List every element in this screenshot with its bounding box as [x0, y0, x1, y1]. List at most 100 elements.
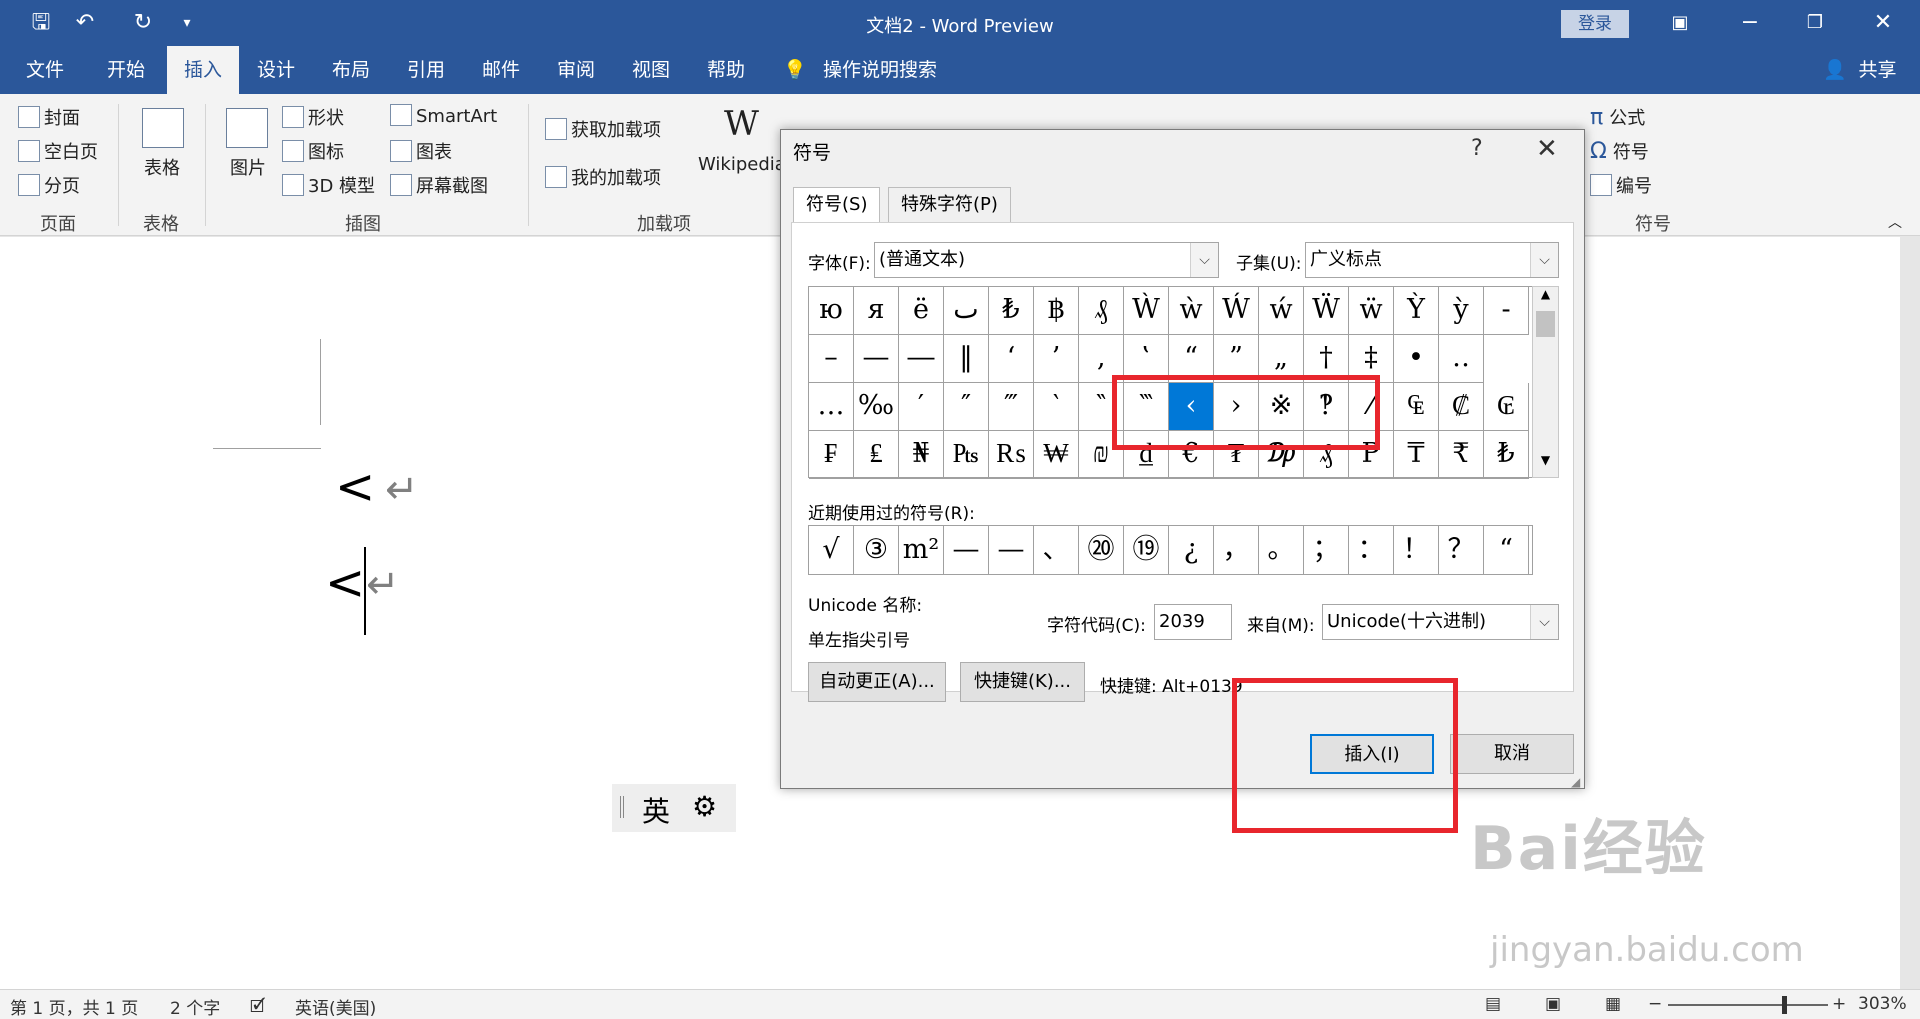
login-button[interactable]: 登录 [1561, 10, 1629, 38]
tab-design[interactable]: 设计 [240, 46, 312, 94]
symbol-cell[interactable]: ẅ [1349, 287, 1394, 335]
symbol-cell[interactable]: ‖ [944, 335, 989, 383]
recent-symbol-cell[interactable]: — [944, 526, 989, 574]
tab-file[interactable]: 文件 [10, 46, 80, 94]
symbol-cell[interactable]: ₧ [944, 431, 989, 479]
ribbon-display-icon[interactable]: ▣ [1665, 8, 1695, 38]
scroll-up-icon[interactable]: ▲ [1533, 287, 1558, 309]
recent-symbol-cell[interactable]: ¿ [1169, 526, 1214, 574]
3d-model-button[interactable]: 3D 模型 [282, 172, 375, 198]
recent-symbol-cell[interactable]: m² [899, 526, 944, 574]
tab-references[interactable]: 引用 [390, 46, 462, 94]
cancel-button[interactable]: 取消 [1450, 734, 1574, 774]
chevron-down-icon[interactable]: ⌵ [1190, 243, 1218, 277]
symbol-cell[interactable]: ′ [899, 383, 944, 431]
zoom-in-icon[interactable]: + [1832, 994, 1846, 1014]
symbol-cell[interactable]: ю [809, 287, 854, 335]
zoom-out-icon[interactable]: − [1648, 994, 1662, 1014]
symbol-cell[interactable]: ₰ [1079, 287, 1124, 335]
wikipedia-button[interactable]: Wikipedia [698, 154, 786, 175]
symbol-cell[interactable]: ₤ [854, 431, 899, 479]
restore-icon[interactable]: ❐ [1800, 8, 1830, 38]
recent-symbol-cell[interactable]: ③ [854, 526, 899, 574]
symbol-cell[interactable]: Ẃ [1214, 287, 1259, 335]
symbol-cell[interactable]: ỳ [1439, 287, 1484, 335]
tab-layout[interactable]: 布局 [315, 46, 387, 94]
numbering-button[interactable]: 编号 [1590, 172, 1652, 198]
symbol-cell[interactable]: ″ [944, 383, 989, 431]
symbol-grid-scrollbar[interactable]: ▲ ▼ [1532, 286, 1559, 478]
tab-special-characters[interactable]: 特殊字符(P) [888, 187, 1011, 223]
symbol-cell[interactable]: ٮ [944, 287, 989, 335]
chart-button[interactable]: 图表 [390, 138, 452, 164]
symbol-cell[interactable]: ‵ [1034, 383, 1079, 431]
subset-select[interactable]: 广义标点 ⌵ [1305, 242, 1559, 278]
recent-symbol-cell[interactable]: — [989, 526, 1034, 574]
symbol-cell[interactable]: ‥ [1439, 335, 1484, 383]
ime-drag-handle[interactable] [620, 796, 624, 818]
minimize-icon[interactable]: − [1735, 8, 1765, 38]
symbol-cell[interactable]: ₡ [1439, 383, 1484, 431]
symbol-cell[interactable]: ë [899, 287, 944, 335]
recent-symbol-cell[interactable]: √ [809, 526, 854, 574]
recent-symbol-cell[interactable]: 、 [1034, 526, 1079, 574]
resize-grip-icon[interactable]: ◢ [1571, 775, 1580, 789]
symbol-cell[interactable]: ฿ [1034, 287, 1079, 335]
symbol-cell[interactable]: ẁ [1169, 287, 1214, 335]
cover-page-button[interactable]: 封面 [18, 104, 80, 130]
chevron-down-icon[interactable]: ⌵ [1530, 605, 1558, 639]
blank-page-button[interactable]: 空白页 [18, 138, 98, 164]
close-icon[interactable]: ✕ [1536, 134, 1558, 164]
tab-symbols[interactable]: 符号(S) [793, 187, 881, 223]
smartart-button[interactable]: SmartArt [390, 104, 497, 127]
scroll-down-icon[interactable]: ▼ [1533, 453, 1558, 475]
zoom-level[interactable]: 303% [1858, 994, 1907, 1014]
font-select[interactable]: (普通文本) ⌵ [874, 242, 1219, 278]
equation-button[interactable]: π 公式 [1590, 104, 1645, 130]
language-status[interactable]: 英语(美国) [295, 994, 376, 1019]
recent-symbol-cell[interactable]: 。 [1259, 526, 1304, 574]
symbol-cell[interactable]: ‰ [854, 383, 899, 431]
symbol-cell[interactable]: ₺ [989, 287, 1034, 335]
print-layout-icon[interactable]: ▣ [1545, 994, 1561, 1014]
share-button[interactable]: 共享 [1850, 46, 1905, 94]
symbol-cell[interactable]: ₹ [1439, 431, 1484, 479]
symbol-cell[interactable]: ẃ [1259, 287, 1304, 335]
scroll-thumb[interactable] [1536, 311, 1555, 337]
tab-view[interactable]: 视图 [615, 46, 687, 94]
recent-symbol-cell[interactable]: “ [1484, 526, 1529, 574]
icons-button[interactable]: 图标 [282, 138, 344, 164]
ime-language-toggle[interactable]: 英 [642, 790, 670, 830]
symbol-cell[interactable]: ₣ [809, 431, 854, 479]
symbol-cell[interactable]: … [809, 383, 854, 431]
page-break-button[interactable]: 分页 [18, 172, 80, 198]
proofing-icon[interactable]: 🗹 [250, 994, 265, 1019]
symbol-cell[interactable]: ― [899, 335, 944, 383]
shortcut-key-button[interactable]: 快捷键(K)... [960, 662, 1085, 702]
collapse-ribbon-icon[interactable]: ︿ [1888, 212, 1902, 232]
symbol-cell[interactable]: Ẅ [1304, 287, 1349, 335]
recent-symbol-cell[interactable]: ⑲ [1124, 526, 1169, 574]
symbol-cell[interactable]: ₩ [1034, 431, 1079, 479]
recent-symbol-cell[interactable]: ， [1214, 526, 1259, 574]
symbol-cell[interactable]: ₠ [1394, 383, 1439, 431]
symbol-cell[interactable]: ₨ [989, 431, 1034, 479]
tell-me-search[interactable]: 操作说明搜索 [820, 46, 940, 94]
table-button[interactable]: 表格 [144, 154, 180, 180]
wikipedia-icon[interactable]: W [724, 104, 759, 144]
symbol-cell[interactable]: я [854, 287, 899, 335]
symbol-cell[interactable]: ₺ [1484, 431, 1529, 479]
symbol-cell[interactable]: ’ [1034, 335, 1079, 383]
picture-icon[interactable] [226, 108, 268, 148]
get-addins-button[interactable]: 获取加载项 [545, 116, 661, 142]
recent-symbol-cell[interactable]: ⑳ [1079, 526, 1124, 574]
close-window-icon[interactable]: ✕ [1868, 8, 1898, 38]
tab-mailings[interactable]: 邮件 [465, 46, 537, 94]
recent-symbol-cell[interactable]: ？ [1439, 526, 1484, 574]
help-button[interactable]: ? [1471, 136, 1483, 161]
chevron-down-icon[interactable]: ⌵ [1530, 243, 1558, 277]
picture-button[interactable]: 图片 [230, 154, 266, 180]
symbol-cell[interactable]: — [854, 335, 899, 383]
autocorrect-button[interactable]: 自动更正(A)... [808, 662, 946, 702]
char-code-input[interactable]: 2039 [1154, 604, 1232, 640]
